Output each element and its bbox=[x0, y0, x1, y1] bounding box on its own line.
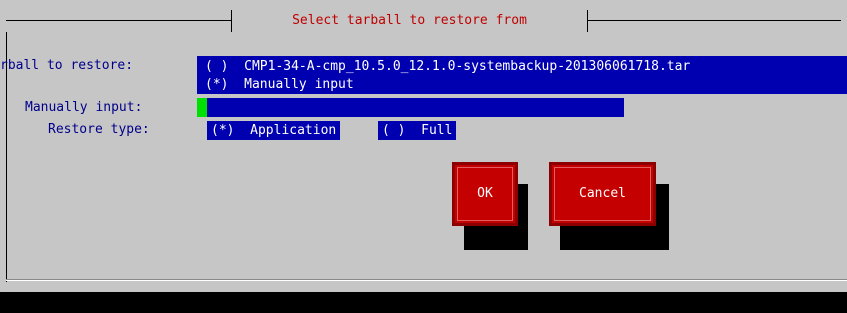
tarball-option-backup[interactable]: ( ) CMP1-34-A-cmp_10.5.0_12.1.0-systemba… bbox=[205, 59, 690, 75]
title-rule-left bbox=[6, 20, 231, 21]
tarball-list[interactable]: ( ) CMP1-34-A-cmp_10.5.0_12.1.0-systemba… bbox=[197, 56, 847, 94]
restore-type-full-radio[interactable]: ( ) Full bbox=[378, 121, 457, 140]
restore-type-label: Restore type: bbox=[48, 122, 150, 137]
bottom-status-bar bbox=[0, 292, 847, 313]
ok-button[interactable]: OK bbox=[452, 162, 518, 226]
restore-type-application-radio[interactable]: (*) Application bbox=[207, 121, 341, 140]
cancel-button[interactable]: Cancel bbox=[549, 162, 656, 226]
dialog-frame-bottom bbox=[6, 280, 847, 281]
tarball-option-manual[interactable]: (*) Manually input bbox=[205, 77, 354, 93]
text-cursor bbox=[197, 98, 207, 117]
tarball-label: rball to restore: bbox=[0, 58, 134, 73]
title-rule-right bbox=[588, 20, 841, 21]
manual-input-field[interactable] bbox=[197, 98, 624, 117]
manual-input-label: Manually input: bbox=[25, 100, 143, 115]
dialog-title: Select tarball to restore from bbox=[231, 10, 588, 32]
dialog-title-bar: Select tarball to restore from bbox=[0, 10, 847, 32]
